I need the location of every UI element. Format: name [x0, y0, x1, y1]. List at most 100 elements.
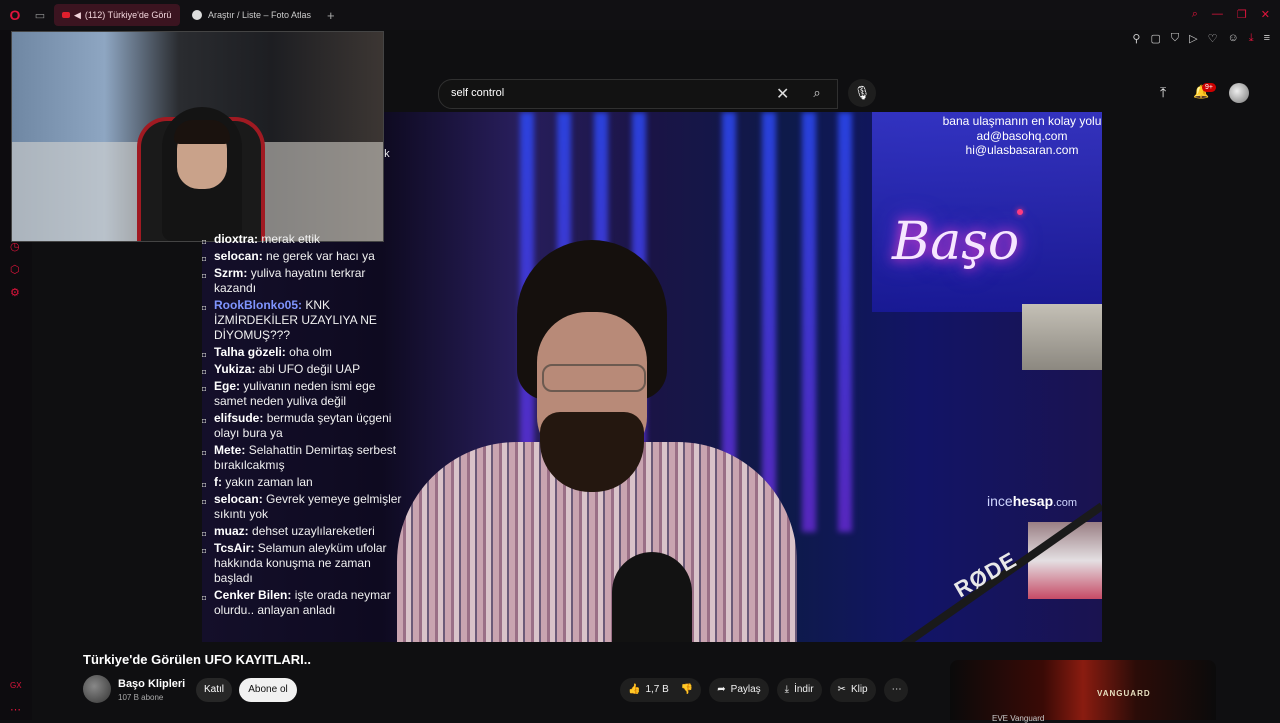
minimize-icon[interactable]: —: [1212, 8, 1223, 21]
clip-button[interactable]: ✂ Klip: [829, 678, 876, 702]
download-label: İndir: [794, 684, 814, 695]
contact-email: ad@basohq.com: [976, 128, 1068, 143]
chat-text: ne gerek var hacı ya: [266, 249, 375, 263]
chat-badge-icon: ◘: [202, 256, 207, 263]
chat-message: ◘ dioxtra: merak ettik: [200, 232, 410, 247]
heart-icon[interactable]: ♡: [1208, 32, 1218, 45]
chat-message: ◘ elifsude: bermuda şeytan üçgeni olayı b…: [200, 411, 410, 441]
download-button[interactable]: ⤓ İndir: [776, 678, 822, 702]
chat-username: TcsAir:: [214, 541, 255, 555]
snapshot-icon[interactable]: ▢: [1150, 32, 1160, 45]
download-icon[interactable]: ⤓: [1249, 32, 1254, 45]
voice-search-icon[interactable]: 🎙: [848, 79, 876, 107]
chat-text: abi UFO değil UAP: [258, 362, 361, 376]
chat-username: selocan:: [214, 492, 263, 506]
sponsor-suffix: .com: [1053, 497, 1077, 509]
settings-icon[interactable]: ⚙: [10, 286, 20, 299]
cat-photo: [1022, 304, 1102, 370]
shield-icon[interactable]: ⛉: [1171, 32, 1179, 45]
chat-message: ◘ Ege: yulivanın neden ismi ege samet ned…: [200, 379, 410, 409]
share-label: Paylaş: [730, 684, 761, 695]
curtain-light: [802, 112, 816, 532]
thumbs-down-icon[interactable]: 👎: [681, 684, 693, 695]
restore-icon[interactable]: ❐: [1237, 8, 1247, 21]
chat-username: dioxtra:: [214, 232, 259, 246]
chat-overlay: ◘ dioxtra: merak ettik ◘ selocan: ne gerek …: [200, 232, 410, 620]
chat-message: ◘ f: yakın zaman lan: [200, 475, 410, 490]
chat-text: oha olm: [289, 345, 332, 359]
chat-badge-icon: ◘: [202, 499, 207, 506]
menu-icon[interactable]: ≡: [1264, 32, 1270, 45]
channel-avatar[interactable]: [83, 675, 111, 703]
chat-username: Mete:: [214, 443, 246, 457]
more-icon[interactable]: ⋯: [10, 703, 21, 716]
chat-message: ◘ Yukiza: abi UFO değil UAP: [200, 362, 410, 377]
clear-search-icon[interactable]: ✕: [776, 84, 789, 104]
opera-logo-icon[interactable]: O: [0, 0, 30, 30]
chat-username: Cenker Bilen:: [214, 588, 292, 602]
video-title: Türkiye'de Görülen UFO KAYITLARI..: [83, 652, 311, 667]
avatar[interactable]: [1229, 83, 1249, 103]
mic-brand: RØDE: [950, 546, 1022, 603]
speaker-icon[interactable]: ◀: [74, 10, 81, 21]
extensions-icon[interactable]: ⬡: [10, 263, 20, 276]
chat-username: Szrm:: [214, 266, 248, 280]
subscriber-count: 107 B abone: [118, 693, 164, 702]
chat-text: dehset uzaylılareketleri: [252, 524, 375, 538]
foto-atlas-favicon-icon: [192, 10, 202, 20]
chat-badge-icon: ◘: [202, 482, 207, 489]
pin-icon[interactable]: ⚲: [1132, 32, 1140, 45]
gx-icon[interactable]: GX: [10, 681, 22, 690]
sponsor-logo: incehesap.com: [987, 493, 1077, 509]
channel-name[interactable]: Başo Klipleri: [118, 678, 185, 690]
chat-username: Yukiza:: [214, 362, 256, 376]
microphone: [612, 552, 692, 642]
chat-username: elifsude:: [214, 411, 264, 425]
tab-youtube[interactable]: ◀ (112) Türkiye'de Görü: [54, 4, 180, 26]
chat-badge-icon: ◘: [202, 273, 207, 280]
chat-badge-icon: ◘: [202, 369, 207, 376]
streamer-hair: [174, 120, 230, 144]
search-icon[interactable]: ⌕: [806, 85, 828, 103]
chat-badge-icon: ◘: [202, 418, 207, 425]
chat-message: ◘ Szrm: yuliva hayatını terkrar kazandı: [200, 266, 410, 296]
neon-dot: [1017, 209, 1023, 215]
notification-badge: 9+: [1202, 83, 1216, 92]
curtain-light: [762, 112, 776, 532]
chat-text: merak ettik: [261, 232, 321, 246]
join-button[interactable]: Katıl: [196, 678, 232, 702]
search-tabs-icon[interactable]: ⌕: [1192, 8, 1198, 21]
more-actions-button[interactable]: ⋯: [883, 678, 908, 702]
chat-badge-icon: ◘: [202, 352, 207, 359]
search-input[interactable]: [449, 86, 753, 100]
ad-teaser: EVE Vanguard: [992, 714, 1045, 723]
tab-label: (112) Türkiye'de Görü: [84, 10, 172, 20]
subscribe-button[interactable]: Abone ol: [239, 678, 297, 702]
chat-badge-icon: ◘: [202, 548, 207, 555]
chat-username: f:: [214, 475, 222, 489]
sponsor-bold: hesap: [1012, 493, 1054, 509]
host-glasses: [542, 364, 646, 392]
account-icon[interactable]: ☺: [1227, 32, 1238, 45]
chat-badge-icon: ◘: [202, 450, 207, 457]
play-icon[interactable]: ▷: [1189, 32, 1197, 45]
video-actions: 👍 1,7 B 👎 ➦ Paylaş ⤓ İndir ✂ Klip ⋯: [620, 678, 908, 702]
like-button[interactable]: 👍 1,7 B 👎: [620, 678, 702, 702]
clip-label: Klip: [850, 684, 868, 695]
close-icon[interactable]: ✕: [1261, 8, 1270, 21]
upload-icon[interactable]: ⤒: [1160, 84, 1166, 101]
contact-overlay: bana ulaşmanın en kolay yolu ad@basohq.c…: [922, 114, 1102, 158]
chat-username: Talha gözeli:: [214, 345, 286, 359]
chat-message: ◘ Mete: Selahattin Demirtaş serbest bırak…: [200, 443, 410, 473]
share-button[interactable]: ➦ Paylaş: [709, 678, 769, 702]
tab-foto-atlas[interactable]: Araştır / Liste – Foto Atlas: [184, 4, 319, 26]
window-controls: ⌕ — ❐ ✕: [1192, 8, 1270, 21]
chat-message: ◘ RookBlonko05: KNK İZMİRDEKİLER UZAYLIYA…: [200, 298, 410, 343]
tab-manager-icon[interactable]: ▭: [30, 9, 50, 22]
chat-username: Ege:: [214, 379, 241, 393]
chat-badge-icon: ◘: [202, 239, 207, 246]
browser-tab-bar: O ▭ ◀ (112) Türkiye'de Görü Araştır / Li…: [0, 0, 1280, 30]
ad-banner[interactable]: VANGUARD: [950, 660, 1216, 720]
contact-email: hi@ulasbasaran.com: [965, 143, 1079, 157]
new-tab-button[interactable]: +: [327, 8, 335, 23]
